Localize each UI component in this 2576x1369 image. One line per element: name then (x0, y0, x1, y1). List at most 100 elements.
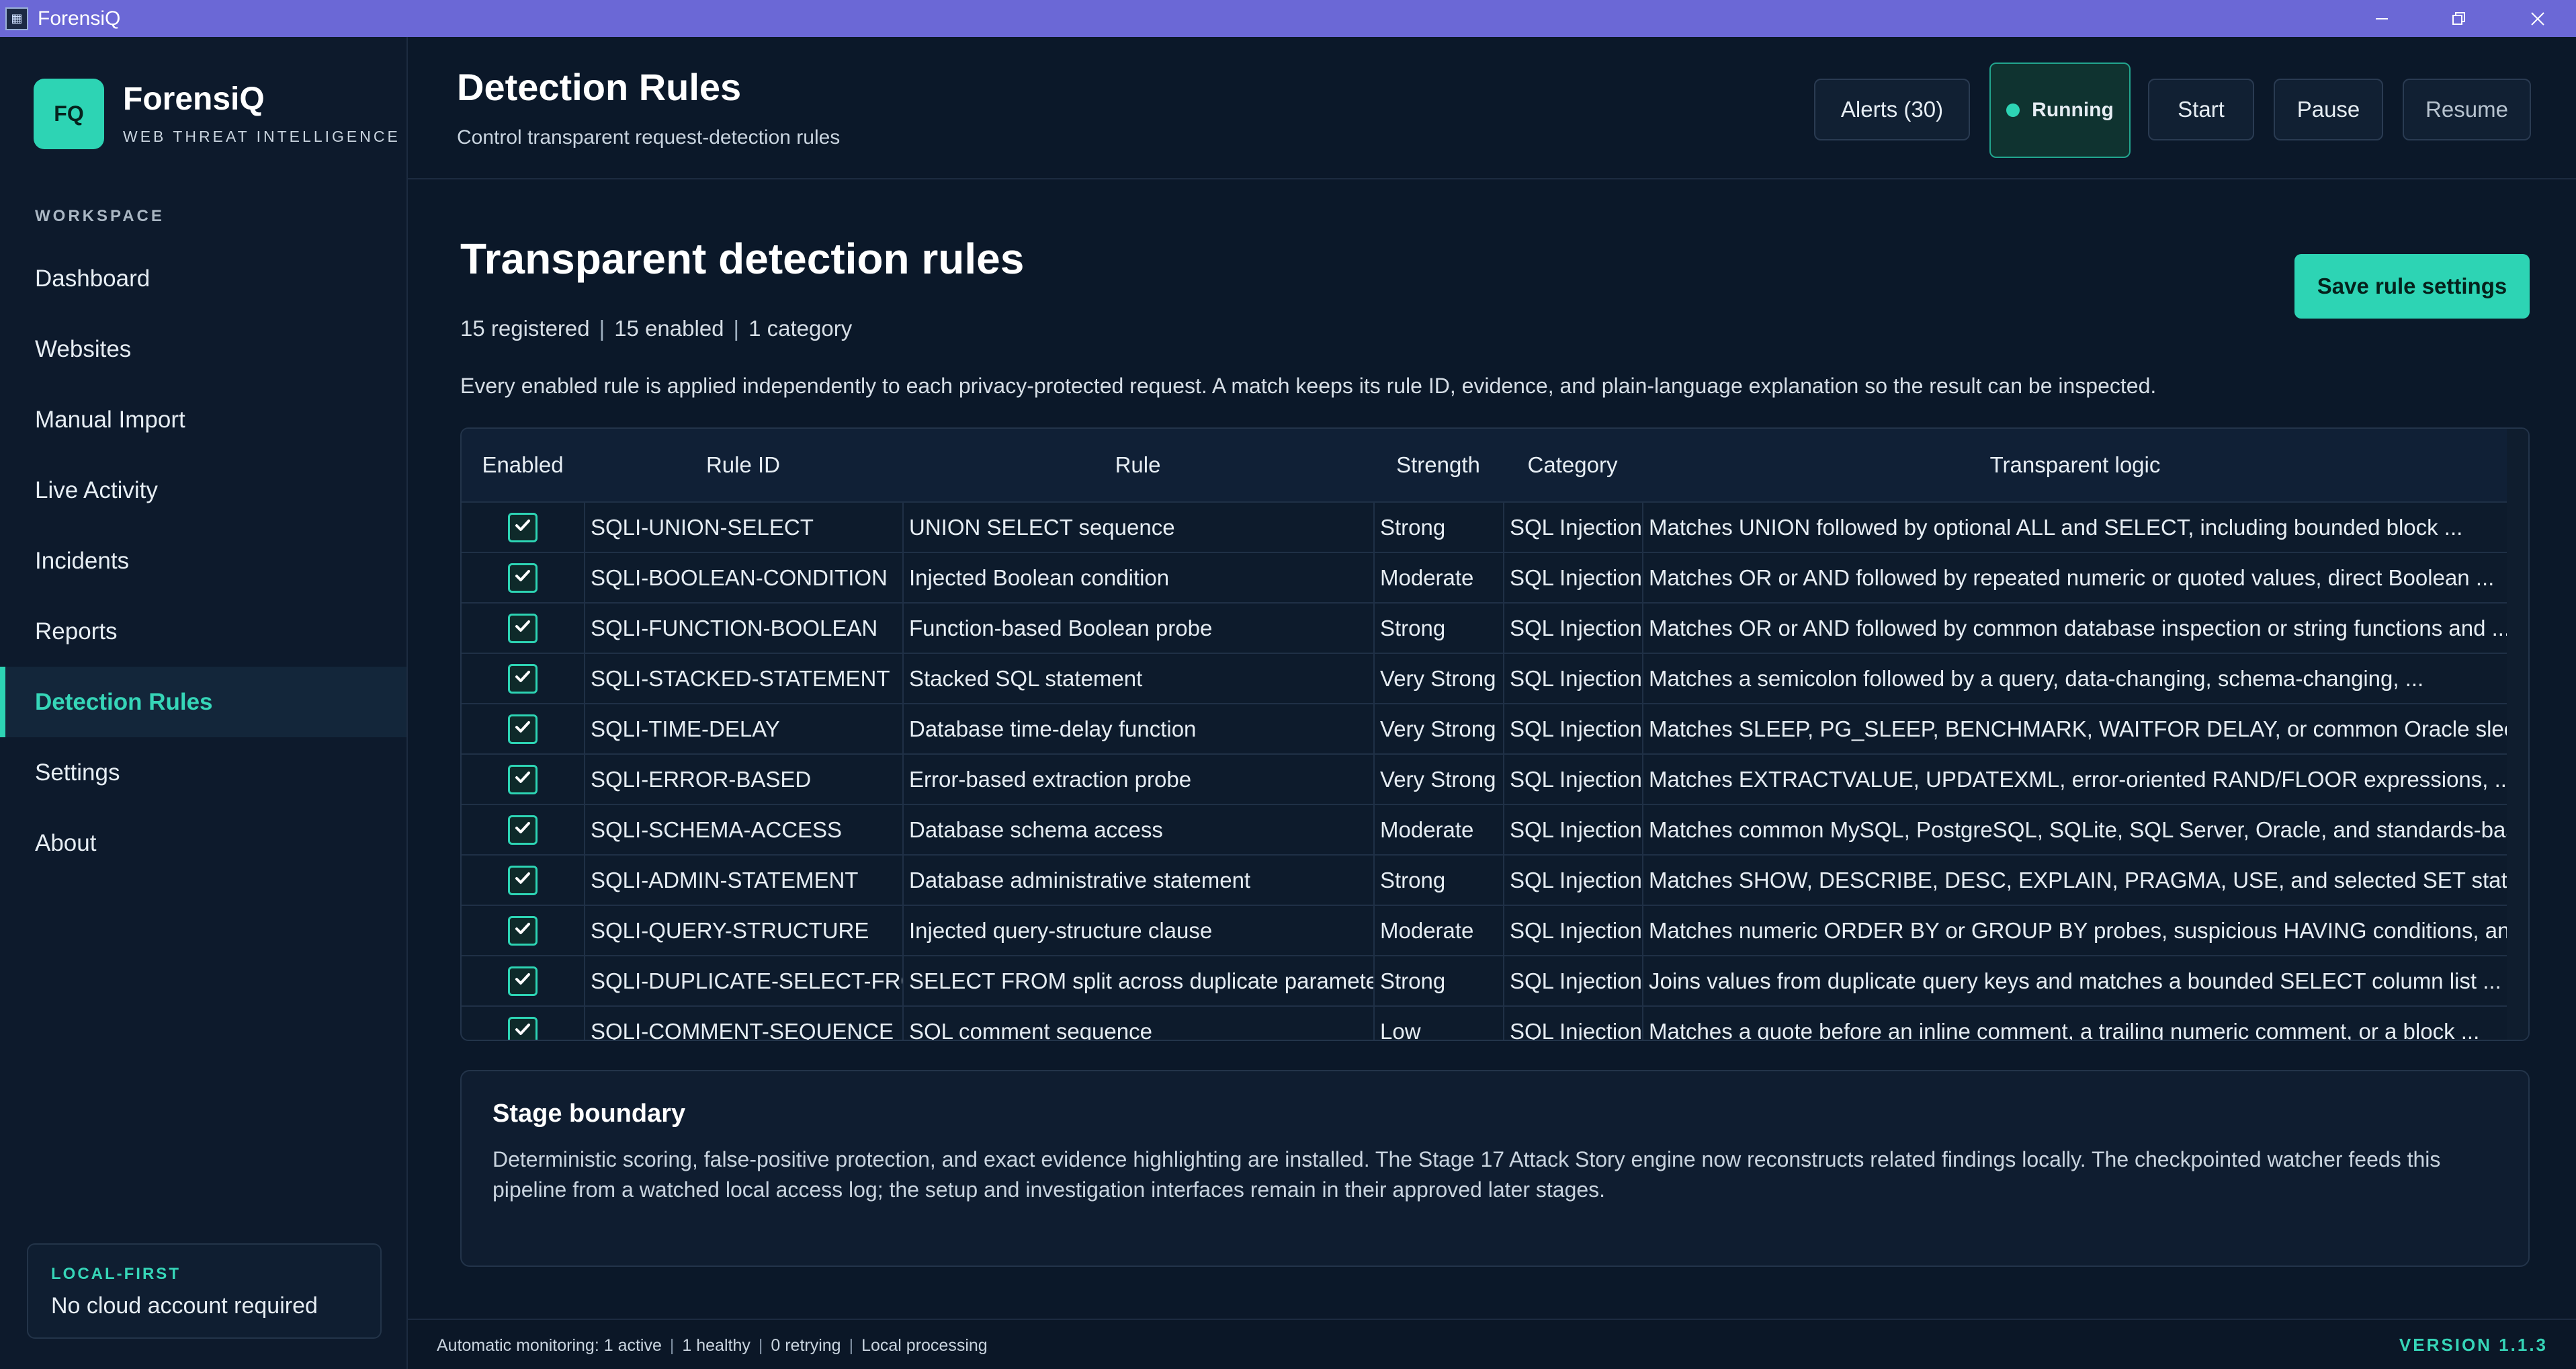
rule-name-cell: Database time-delay function (902, 704, 1373, 753)
rule-id-cell: SQLI-FUNCTION-BOOLEAN (584, 604, 902, 653)
table-row: SQLI-FUNCTION-BOOLEAN Function-based Bool… (462, 602, 2508, 653)
enabled-checkbox[interactable] (508, 512, 538, 542)
rule-name-cell: Error-based extraction probe (902, 755, 1373, 804)
sidebar-item-websites[interactable]: Websites (0, 314, 406, 384)
logic-cell: Matches UNION followed by optional ALL a… (1642, 503, 2508, 552)
summary-enabled: 15 enabled (614, 316, 724, 341)
rule-name-cell: Injected query-structure clause (902, 906, 1373, 955)
logic-cell: Matches numeric ORDER BY or GROUP BY pro… (1642, 906, 2508, 955)
stage-text: Deterministic scoring, false-positive pr… (492, 1147, 2441, 1202)
minimize-button[interactable] (2345, 0, 2419, 37)
pause-button[interactable]: Pause (2274, 79, 2383, 140)
col-strength[interactable]: Strength (1373, 452, 1503, 478)
strength-cell: Strong (1373, 856, 1503, 905)
status-healthy: 1 healthy (682, 1336, 750, 1355)
table-row: SQLI-ERROR-BASED Error-based extraction p… (462, 753, 2508, 804)
strength-cell: Low (1373, 1007, 1503, 1040)
logic-cell: Joins values from duplicate query keys a… (1642, 956, 2508, 1005)
col-logic[interactable]: Transparent logic (1642, 452, 2508, 478)
logic-cell: Matches OR or AND followed by repeated n… (1642, 553, 2508, 602)
sidebar-item-reports[interactable]: Reports (0, 596, 406, 667)
rule-id-cell: SQLI-STACKED-STATEMENT (584, 654, 902, 703)
app-shield-icon: ▦ (5, 7, 28, 30)
enabled-checkbox[interactable] (508, 815, 538, 845)
category-cell: SQL Injection (1503, 856, 1642, 905)
close-button[interactable] (2501, 0, 2575, 37)
logic-cell: Matches SLEEP, PG_SLEEP, BENCHMARK, WAIT… (1642, 704, 2508, 753)
brand-logo: FQ (34, 79, 104, 149)
strength-cell: Strong (1373, 503, 1503, 552)
check-icon (513, 716, 532, 742)
page-subtitle: Control transparent request-detection ru… (457, 126, 841, 149)
status-processing: Local processing (861, 1336, 988, 1355)
rules-table: Enabled Rule ID Rule Strength Category T… (460, 427, 2530, 1041)
enabled-checkbox[interactable] (508, 966, 538, 996)
table-row: SQLI-COMMENT-SEQUENCE SQL comment sequenc… (462, 1005, 2508, 1040)
sidebar-item-dashboard[interactable]: Dashboard (0, 243, 406, 314)
check-icon (513, 817, 532, 843)
category-cell: SQL Injection (1503, 553, 1642, 602)
col-category[interactable]: Category (1503, 452, 1642, 478)
brand-subtitle: WEB THREAT INTELLIGENCE (123, 128, 400, 146)
start-button[interactable]: Start (2148, 79, 2254, 140)
col-rule-id[interactable]: Rule ID (584, 452, 902, 478)
enabled-checkbox[interactable] (508, 563, 538, 593)
table-row: SQLI-ADMIN-STATEMENT Database administrat… (462, 854, 2508, 905)
local-first-label: LOCAL-FIRST (51, 1265, 181, 1283)
strength-cell: Moderate (1373, 805, 1503, 854)
save-rule-settings-button[interactable]: Save rule settings (2294, 254, 2530, 319)
strength-cell: Moderate (1373, 553, 1503, 602)
sidebar-item-detection-rules[interactable]: Detection Rules (0, 667, 406, 737)
enabled-checkbox[interactable] (508, 1016, 538, 1040)
sidebar-item-settings[interactable]: Settings (0, 737, 406, 808)
col-rule[interactable]: Rule (902, 452, 1373, 478)
section-title: Transparent detection rules (460, 235, 1025, 283)
col-enabled[interactable]: Enabled (462, 452, 584, 478)
logic-cell: Matches SHOW, DESCRIBE, DESC, EXPLAIN, P… (1642, 856, 2508, 905)
running-status-button[interactable]: Running (1989, 63, 2131, 158)
sidebar-item-about[interactable]: About (0, 808, 406, 878)
sidebar-item-manual-import[interactable]: Manual Import (0, 384, 406, 455)
strength-cell: Moderate (1373, 906, 1503, 955)
brand-name: ForensiQ (123, 81, 265, 117)
summary-category: 1 category (748, 316, 853, 341)
rules-summary: 15 registered | 15 enabled | 1 category (460, 316, 853, 341)
category-cell: SQL Injection (1503, 1007, 1642, 1040)
enabled-checkbox[interactable] (508, 764, 538, 794)
rule-id-cell: SQLI-ADMIN-STATEMENT (584, 856, 902, 905)
title-bar: ▦ ForensiQ (0, 0, 2576, 37)
enabled-checkbox[interactable] (508, 613, 538, 643)
row-enabled-cell (462, 805, 584, 854)
rule-id-cell: SQLI-COMMENT-SEQUENCE (584, 1007, 902, 1040)
category-cell: SQL Injection (1503, 503, 1642, 552)
row-enabled-cell (462, 553, 584, 602)
logic-cell: Matches a quote before an inline comment… (1642, 1007, 2508, 1040)
stage-title: Stage boundary (492, 1100, 686, 1128)
sidebar-nav: Dashboard Websites Manual Import Live Ac… (0, 243, 406, 878)
restore-icon (2452, 11, 2465, 25)
logic-cell: Matches a semicolon followed by a query,… (1642, 654, 2508, 703)
table-body: SQLI-UNION-SELECT UNION SELECT sequence St… (462, 501, 2508, 1040)
enabled-checkbox[interactable] (508, 865, 538, 895)
table-scrollbar[interactable] (2507, 429, 2528, 1040)
sidebar-item-live-activity[interactable]: Live Activity (0, 455, 406, 526)
rule-id-cell: SQLI-SCHEMA-ACCESS (584, 805, 902, 854)
row-enabled-cell (462, 1007, 584, 1040)
table-row: SQLI-QUERY-STRUCTURE Injected query-struc… (462, 905, 2508, 955)
strength-cell: Very Strong (1373, 755, 1503, 804)
check-icon (513, 918, 532, 944)
sidebar-item-incidents[interactable]: Incidents (0, 526, 406, 596)
close-icon (2531, 11, 2544, 26)
enabled-checkbox[interactable] (508, 915, 538, 946)
row-enabled-cell (462, 654, 584, 703)
resume-button[interactable]: Resume (2403, 79, 2531, 140)
window-title: ForensiQ (38, 7, 121, 30)
logic-cell: Matches common MySQL, PostgreSQL, SQLite… (1642, 805, 2508, 854)
alerts-button[interactable]: Alerts (30) (1814, 79, 1970, 140)
summary-registered: 15 registered (460, 316, 590, 341)
restore-button[interactable] (2422, 0, 2496, 37)
table-header: Enabled Rule ID Rule Strength Category T… (462, 429, 2508, 501)
status-retrying: 0 retrying (771, 1336, 841, 1355)
enabled-checkbox[interactable] (508, 663, 538, 694)
enabled-checkbox[interactable] (508, 714, 538, 744)
